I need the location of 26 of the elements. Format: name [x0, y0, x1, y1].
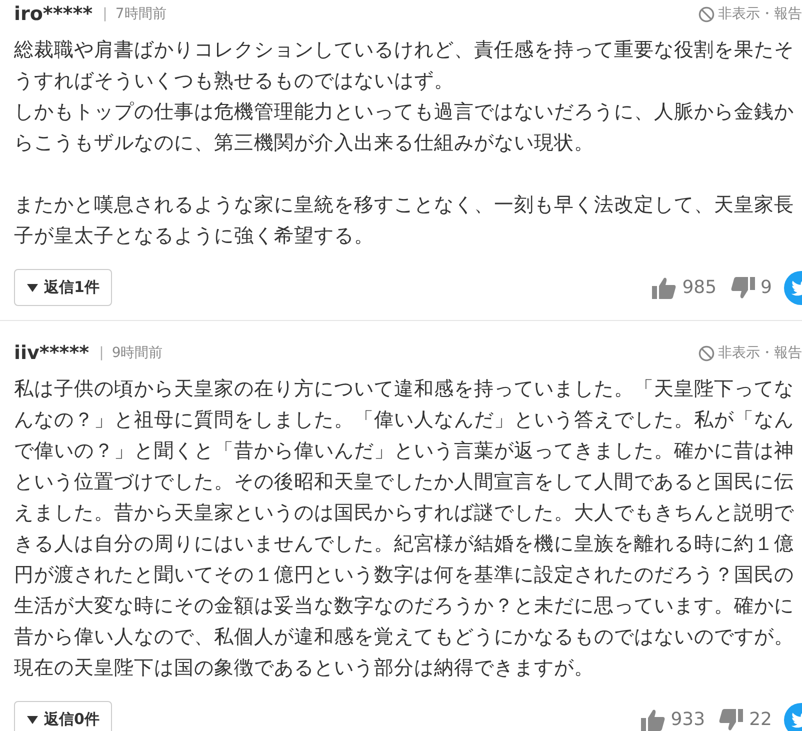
hide-report-link[interactable]: 非表示・報告	[718, 5, 802, 23]
like-button[interactable]: 985	[652, 276, 717, 298]
dislike-button[interactable]: 22	[719, 708, 772, 730]
separator: |	[99, 345, 104, 361]
ban-icon	[698, 344, 715, 362]
comment-text: しかもトップの仕事は危機管理能力といっても過言ではないだろうに、人脈から金銭からこうもザルなのに、第三機関が介入出来る仕組みがない現状。	[14, 99, 795, 156]
thumbs-up-icon	[640, 708, 665, 730]
hide-report-link[interactable]: 非表示・報告	[718, 344, 802, 362]
ban-icon	[698, 6, 715, 22]
comment-text: 私は子供の頃から天皇家の在り方について違和感を持っていました。「天皇陛下ってなんなの？」と祖母に質問をしました。「偉い人なんだ」という答えでした。私が「なんで偉いの？」と聞くと「昔から偉いんだ」という言葉が返ってきました。確かに昔は神という位置づけでした。その後昭和天皇でしたか人間宣言をして人間であると国民に伝えました。昔から天皇家というのは国民からすれば謎でした。大人でもきちんと説明できる人は自分の周りにはいませんでした。紀宮様が結婚を機に皇族を離れる時に約１億円が渡されたと聞いてその１億円という数字は何を基準に設定されたのだろう？国民の生活が大変な時にその金額は妥当な数字なのだろうか？と未だに思っています。確かに昔から偉い人なので、私個人が違和感を覚えてもどうにかなるものではないのですが。現在の天皇陛下は国の象徴であるという部分は納得できますが。	[14, 376, 795, 681]
dislike-button[interactable]: 9	[730, 276, 772, 298]
username[interactable]: iro*****	[14, 3, 93, 25]
caret-icon	[27, 716, 38, 724]
thumbs-down-icon	[719, 708, 744, 730]
post-time: 7時間前	[115, 5, 166, 23]
replies-button[interactable]: 返信1件	[14, 269, 112, 306]
comment-text: またかと嘆息されるような家に皇統を移すことなく、一刻も早く法改定して、天皇家長子が皇太子となるように強く希望する。	[14, 192, 795, 249]
username[interactable]: iiv*****	[14, 342, 90, 364]
thumbs-down-icon	[730, 276, 755, 298]
thumbs-up-icon	[652, 276, 676, 298]
post-time: 9時間前	[112, 344, 163, 362]
replies-button[interactable]: 返信0件	[14, 701, 112, 731]
caret-icon	[27, 284, 38, 292]
separator: |	[102, 6, 108, 22]
comment-text: 総裁職や肩書ばかりコレクションしているけれど、責任感を持って重要な役割を果たそうすればそういくつも熟せるものではないはず。	[14, 37, 795, 94]
like-button[interactable]: 933	[640, 708, 706, 730]
